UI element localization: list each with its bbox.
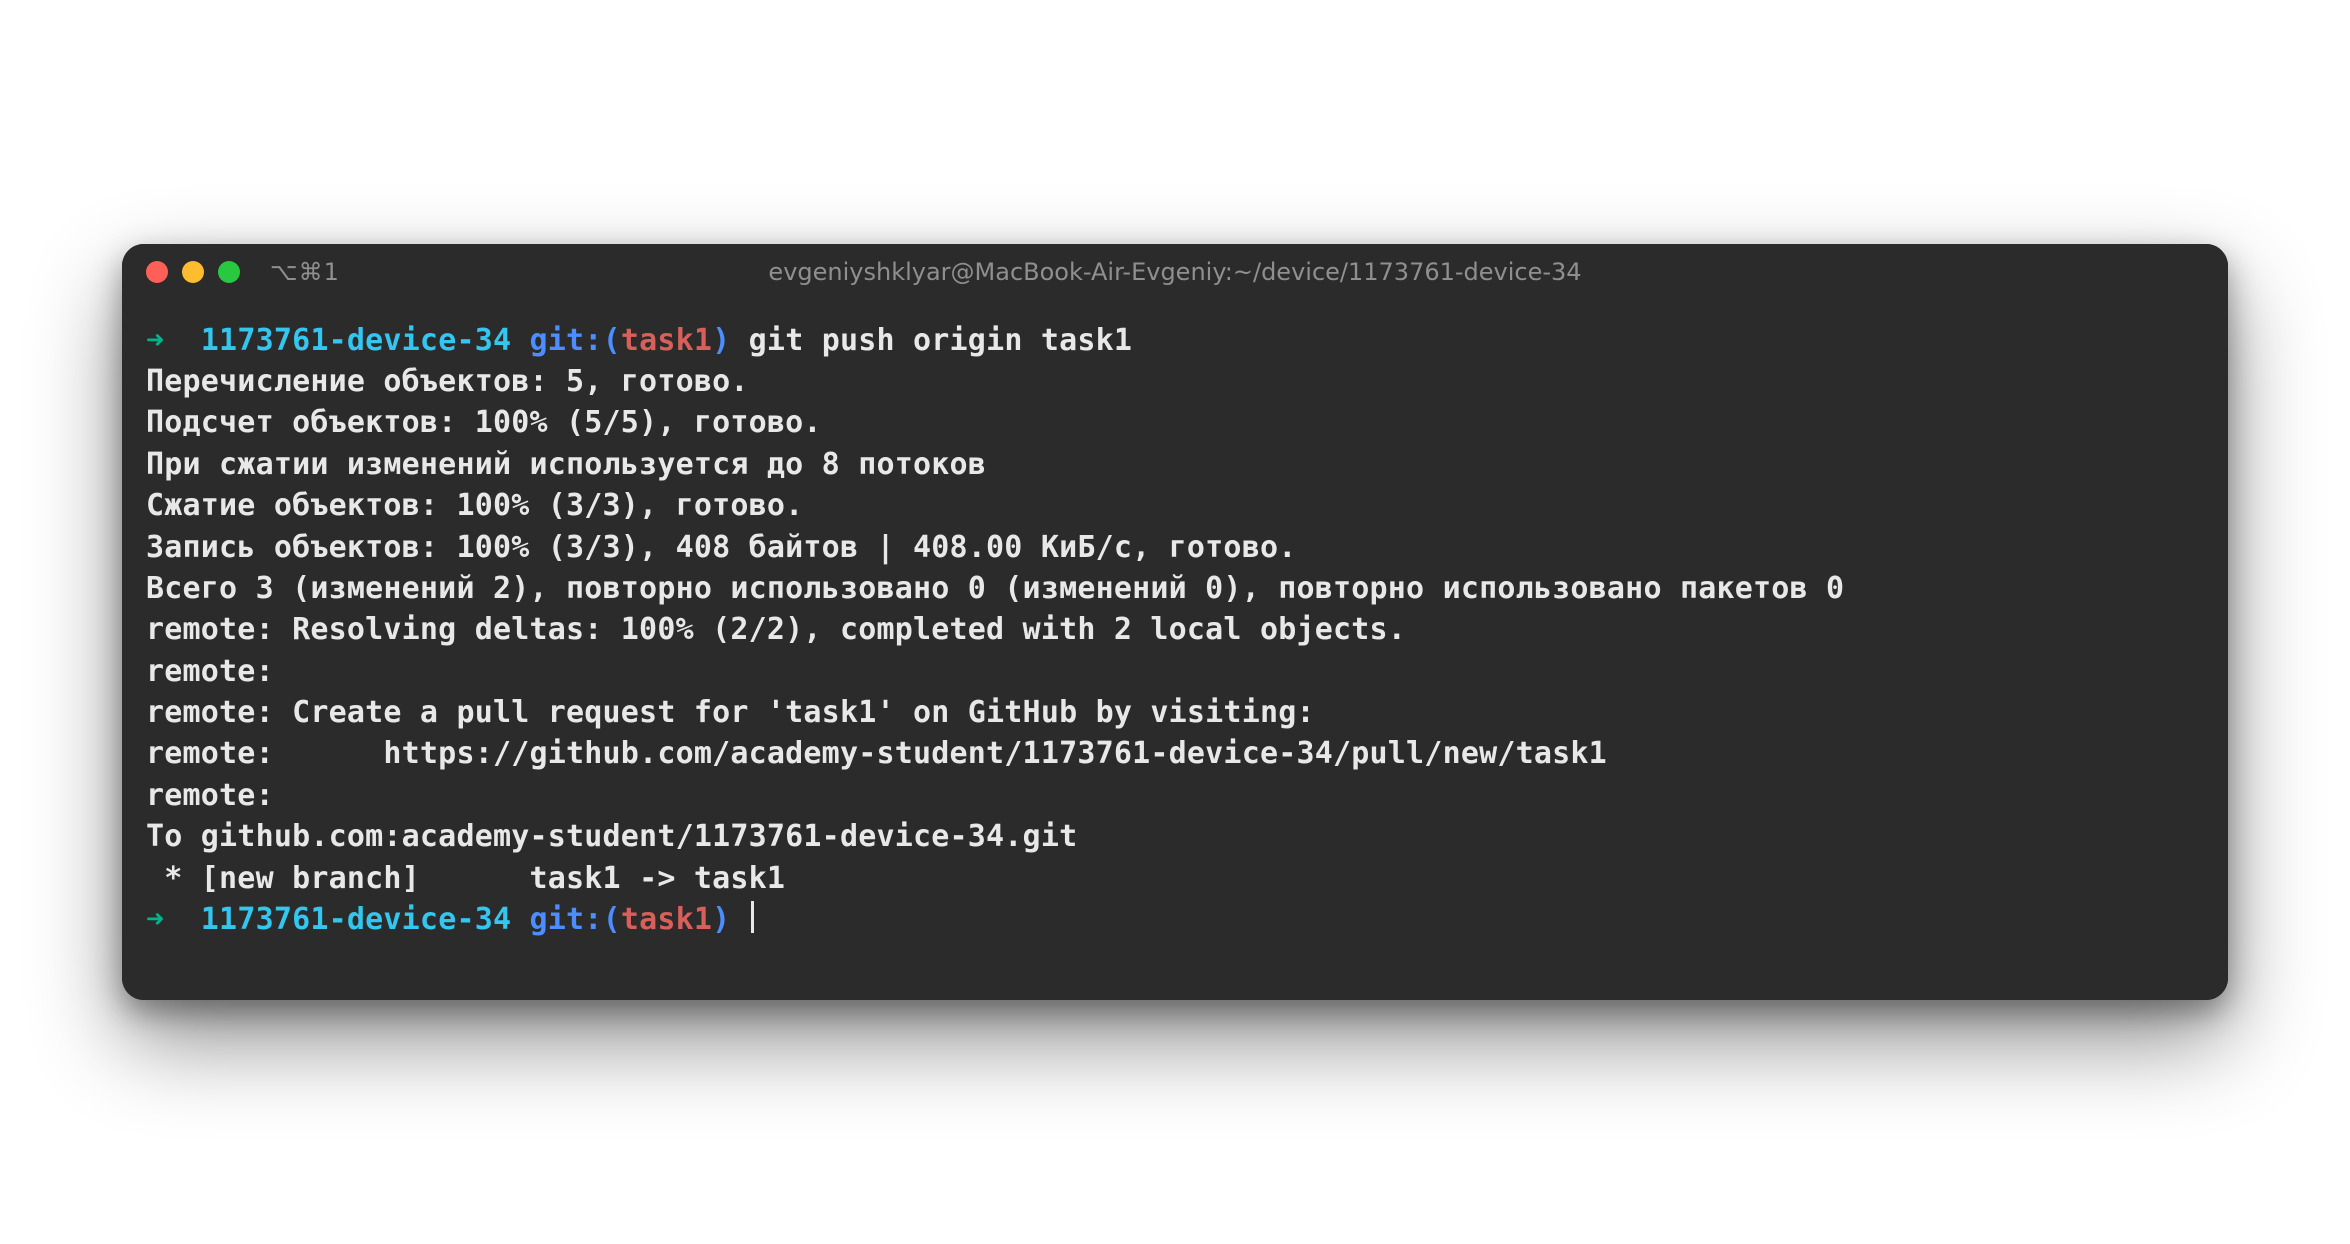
- terminal-body[interactable]: ➜ 1173761-device-34 git:(task1) git push…: [122, 300, 2228, 1001]
- output-line: Всего 3 (изменений 2), повторно использо…: [146, 571, 1844, 606]
- prompt-paren-close: ): [712, 323, 730, 358]
- titlebar: ⌥⌘1 evgeniyshklyar@MacBook-Air-Evgeniy:~…: [122, 244, 2228, 300]
- command-text: git push origin task1: [749, 323, 1133, 358]
- prompt-dir: 1173761-device-34: [201, 323, 511, 358]
- output-line: remote:: [146, 778, 274, 813]
- output-line: * [new branch] task1 -> task1: [146, 861, 785, 896]
- output-line: Сжатие объектов: 100% (3/3), готово.: [146, 488, 803, 523]
- prompt-paren-open: (: [603, 323, 621, 358]
- minimize-button[interactable]: [182, 261, 204, 283]
- cursor: [751, 901, 754, 933]
- window-title: evgeniyshklyar@MacBook-Air-Evgeniy:~/dev…: [122, 258, 2228, 286]
- output-line: Запись объектов: 100% (3/3), 408 байтов …: [146, 530, 1296, 565]
- output-line: Перечисление объектов: 5, готово.: [146, 364, 749, 399]
- output-line: remote:: [146, 654, 274, 689]
- output-line: При сжатии изменений используется до 8 п…: [146, 447, 986, 482]
- prompt-paren-open: (: [603, 902, 621, 937]
- stage: ⌥⌘1 evgeniyshklyar@MacBook-Air-Evgeniy:~…: [0, 0, 2350, 1244]
- terminal-window: ⌥⌘1 evgeniyshklyar@MacBook-Air-Evgeniy:~…: [122, 244, 2228, 1001]
- prompt-arrow: ➜: [146, 323, 164, 358]
- prompt-dir: 1173761-device-34: [201, 902, 511, 937]
- close-button[interactable]: [146, 261, 168, 283]
- output-line: remote: Create a pull request for 'task1…: [146, 695, 1315, 730]
- prompt-paren-close: ): [712, 902, 730, 937]
- zoom-button[interactable]: [218, 261, 240, 283]
- prompt-git-label: git:: [530, 902, 603, 937]
- output-line: remote: Resolving deltas: 100% (2/2), co…: [146, 612, 1406, 647]
- traffic-lights: [146, 261, 240, 283]
- output-line: remote: https://github.com/academy-stude…: [146, 736, 1607, 771]
- prompt-branch: task1: [621, 902, 712, 937]
- prompt-branch: task1: [621, 323, 712, 358]
- prompt-arrow: ➜: [146, 902, 164, 937]
- output-line: To github.com:academy-student/1173761-de…: [146, 819, 1077, 854]
- tab-indicator: ⌥⌘1: [270, 258, 340, 286]
- prompt-git-label: git:: [530, 323, 603, 358]
- output-line: Подсчет объектов: 100% (5/5), готово.: [146, 405, 822, 440]
